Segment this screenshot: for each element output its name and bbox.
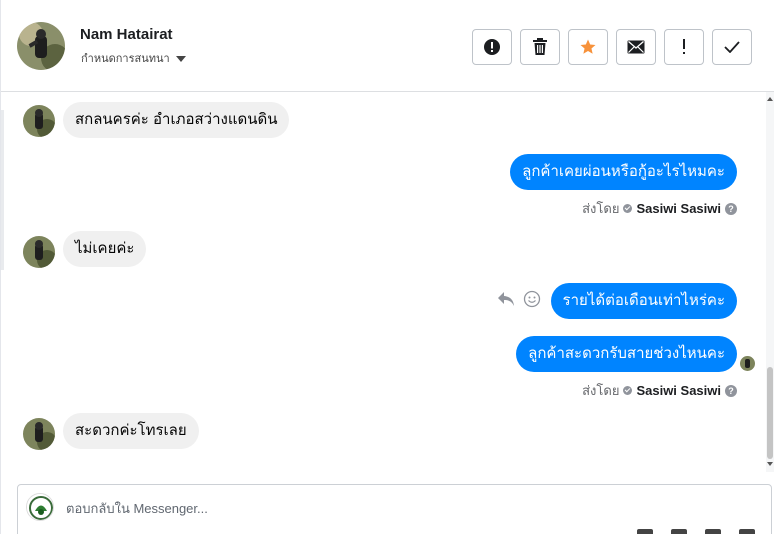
header-actions [472, 29, 752, 65]
message-bubble-outgoing[interactable]: ลูกค้าเคยผ่อนหรือกู้อะไรไหมคะ [510, 154, 737, 190]
help-icon[interactable]: ? [725, 384, 737, 397]
star-button[interactable] [568, 29, 608, 65]
message-bubble-outgoing[interactable]: รายได้ต่อเดือนเท่าไหร่คะ [550, 283, 737, 319]
message-bubble-incoming[interactable]: ไม่เคยค่ะ [63, 231, 147, 267]
scroll-up-arrow-icon[interactable] [767, 97, 773, 101]
message-list[interactable]: สกลนครค่ะ อำเภอสว่างแดนดิน ลูกค้าเคยผ่อน… [1, 92, 767, 478]
conversation-header: Nam Hatairat กำหนดการสนทนา [1, 0, 774, 92]
attach-icon[interactable] [637, 529, 653, 534]
emoji-icon[interactable] [671, 529, 687, 534]
sender-name: Sasiwi Sasiwi [636, 201, 721, 216]
contact-avatar[interactable] [17, 22, 65, 70]
verified-check-icon [623, 386, 633, 395]
message-bubble-incoming[interactable]: สกลนครค่ะ อำเภอสว่างแดนดิน [63, 102, 290, 138]
contact-avatar-small [23, 236, 55, 268]
sent-by-label: ส่งโดย [582, 201, 620, 216]
composer-toolbar [637, 529, 755, 534]
sender-name: Sasiwi Sasiwi [636, 383, 721, 398]
scrollbar-thumb[interactable] [767, 367, 773, 459]
verified-check-icon [623, 204, 633, 213]
conversation-schedule-label: กำหนดการสนทนา [81, 53, 170, 65]
spam-button[interactable] [664, 29, 704, 65]
help-icon[interactable]: ? [725, 202, 737, 215]
contact-name: Nam Hatairat [80, 26, 173, 43]
message-hover-tools [497, 290, 541, 308]
mark-unread-button[interactable] [616, 29, 656, 65]
sent-by-label: ส่งโดย [582, 383, 620, 398]
caret-down-icon [175, 55, 186, 62]
checkmark-icon [724, 41, 740, 53]
reply-composer [17, 484, 772, 534]
exclamation-icon [683, 39, 685, 54]
scroll-down-arrow-icon[interactable] [767, 462, 773, 466]
trash-icon [533, 38, 547, 55]
sent-by-info: ส่งโดย Sasiwi Sasiwi ? [582, 198, 737, 219]
contact-avatar-small [23, 418, 55, 450]
conversation-schedule-dropdown[interactable]: กำหนดการสนทนา [81, 49, 186, 67]
envelope-icon [627, 40, 645, 54]
emoji-react-icon[interactable] [523, 290, 541, 308]
sent-by-info: ส่งโดย Sasiwi Sasiwi ? [582, 380, 737, 401]
delete-button[interactable] [520, 29, 560, 65]
alert-circle-icon [484, 39, 500, 55]
star-icon [580, 39, 596, 54]
reply-icon[interactable] [497, 291, 515, 307]
message-bubble-incoming[interactable]: สะดวกค่ะโทรเลย [63, 413, 199, 449]
page-avatar [26, 493, 54, 521]
gif-icon[interactable] [739, 529, 755, 534]
read-receipt-avatar [740, 356, 755, 371]
sticker-icon[interactable] [705, 529, 721, 534]
contact-avatar-small [23, 105, 55, 137]
message-bubble-outgoing[interactable]: ลูกค้าสะดวกรับสายช่วงไหนคะ [516, 336, 737, 372]
reply-input[interactable] [66, 498, 666, 518]
mark-done-button[interactable] [712, 29, 752, 65]
conversation-panel: Nam Hatairat กำหนดการสนทนา สกลนครค่ะ อำเ… [0, 0, 774, 534]
alert-button[interactable] [472, 29, 512, 65]
